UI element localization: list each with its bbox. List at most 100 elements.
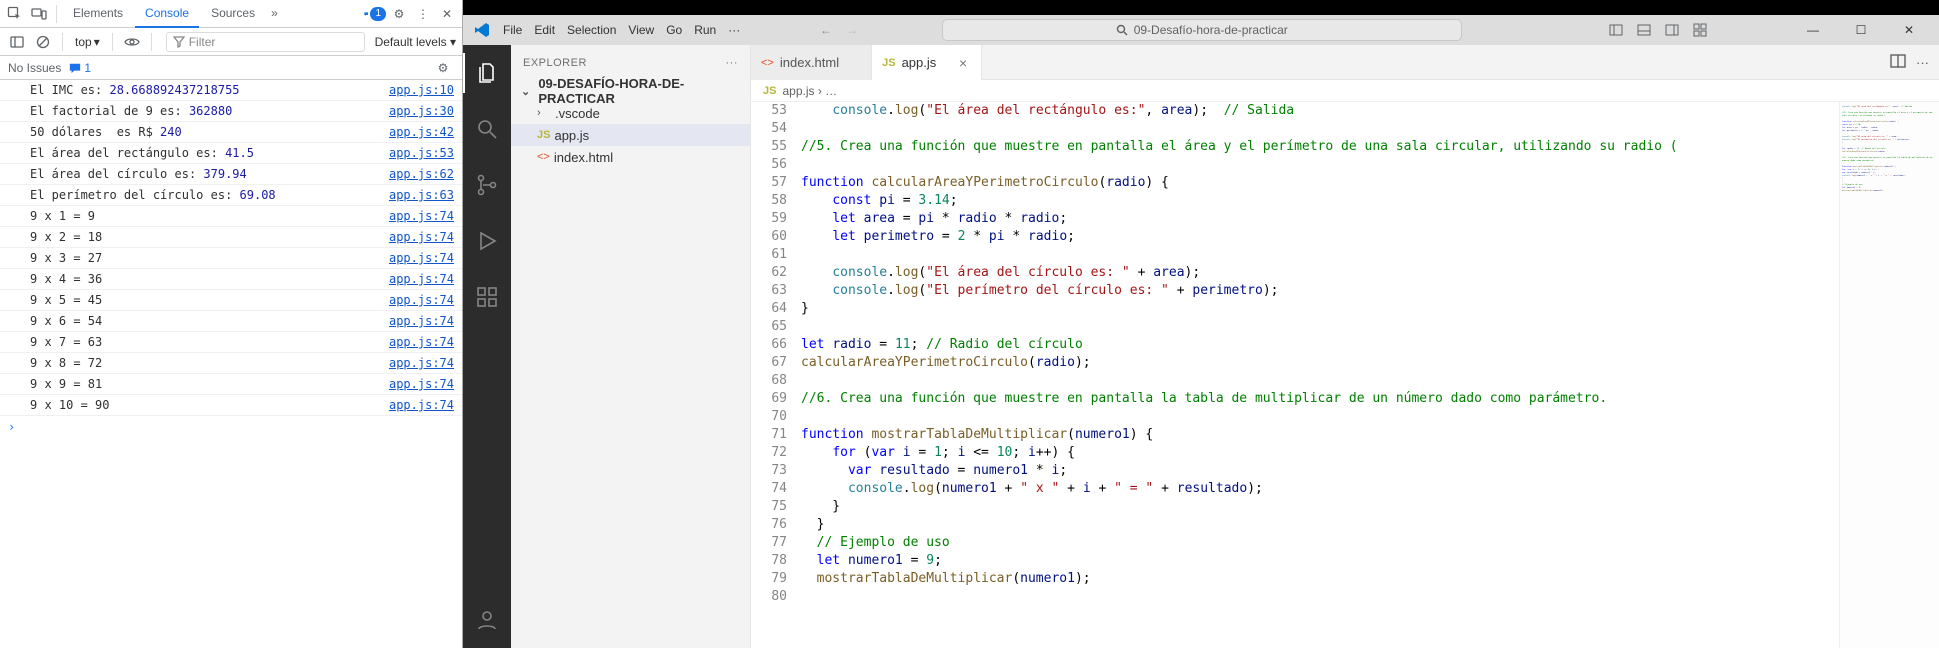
console-source-link[interactable]: app.js:62 — [381, 167, 454, 181]
activity-explorer-icon[interactable] — [463, 53, 511, 93]
console-source-link[interactable]: app.js:74 — [381, 314, 454, 328]
menu-run[interactable]: Run — [688, 23, 722, 37]
console-prompt[interactable]: › — [0, 416, 462, 438]
code-line[interactable]: const pi = 3.14; — [801, 192, 1839, 210]
close-tab-icon[interactable]: × — [955, 55, 971, 71]
layout-panel-bottom-icon[interactable] — [1633, 19, 1655, 41]
code-line[interactable]: mostrarTablaDeMultiplicar(numero1); — [801, 570, 1839, 588]
tree-file-index-html[interactable]: <> index.html — [511, 146, 750, 168]
device-toolbar-icon[interactable] — [28, 3, 50, 25]
window-minimize-icon[interactable]: — — [1791, 19, 1835, 41]
menu-edit[interactable]: Edit — [528, 23, 561, 37]
code-line[interactable]: let area = pi * radio * radio; — [801, 210, 1839, 228]
code-line[interactable] — [801, 318, 1839, 336]
tab-elements[interactable]: Elements — [63, 0, 133, 28]
activity-extensions-icon[interactable] — [463, 277, 511, 317]
menu-selection[interactable]: Selection — [561, 23, 622, 37]
code-line[interactable]: console.log(numero1 + " x " + i + " = " … — [801, 480, 1839, 498]
split-editor-icon[interactable] — [1890, 53, 1906, 72]
console-source-link[interactable]: app.js:74 — [381, 251, 454, 265]
layout-panel-right-icon[interactable] — [1661, 19, 1683, 41]
code-line[interactable]: for (var i = 1; i <= 10; i++) { — [801, 444, 1839, 462]
code-line[interactable]: } — [801, 300, 1839, 318]
code-line[interactable]: console.log("El perímetro del círculo es… — [801, 282, 1839, 300]
command-center[interactable]: 09-Desafío-hora-de-practicar — [942, 19, 1462, 41]
layout-panel-left-icon[interactable] — [1605, 19, 1627, 41]
filter-input[interactable]: Filter — [166, 32, 365, 52]
code-line[interactable]: let radio = 11; // Radio del círculo — [801, 336, 1839, 354]
tree-root[interactable]: ⌄ 09-DESAFÍO-HORA-DE-PRACTICAR — [511, 80, 750, 102]
console-source-link[interactable]: app.js:74 — [381, 272, 454, 286]
console-source-link[interactable]: app.js:30 — [381, 104, 454, 118]
code-line[interactable]: let numero1 = 9; — [801, 552, 1839, 570]
code-line[interactable] — [801, 408, 1839, 426]
layout-customize-icon[interactable] — [1689, 19, 1711, 41]
code-line[interactable]: function mostrarTablaDeMultiplicar(numer… — [801, 426, 1839, 444]
console-source-link[interactable]: app.js:74 — [381, 377, 454, 391]
code-line[interactable] — [801, 588, 1839, 606]
activity-search-icon[interactable] — [463, 109, 511, 149]
messages-chip[interactable]: 1 — [69, 61, 91, 75]
code-line[interactable] — [801, 246, 1839, 264]
code-line[interactable]: calcularAreaYPerimetroCirculo(radio); — [801, 354, 1839, 372]
code-line[interactable] — [801, 372, 1839, 390]
clear-console-icon[interactable] — [32, 31, 54, 53]
explorer-more-icon[interactable]: ··· — [726, 57, 739, 69]
console-messages-icon[interactable]: 1 — [364, 3, 386, 25]
console-source-link[interactable]: app.js:74 — [381, 356, 454, 370]
breadcrumb[interactable]: JS app.js › … — [751, 80, 1939, 102]
code-line[interactable]: console.log("El área del círculo es: " +… — [801, 264, 1839, 282]
tab-more[interactable]: » — [267, 0, 282, 28]
code-line[interactable] — [801, 120, 1839, 138]
code-line[interactable] — [801, 156, 1839, 174]
more-actions-icon[interactable]: ··· — [1916, 55, 1929, 70]
console-source-link[interactable]: app.js:74 — [381, 293, 454, 307]
activity-accounts-icon[interactable] — [463, 600, 511, 640]
activity-run-debug-icon[interactable] — [463, 221, 511, 261]
window-close-icon[interactable]: ✕ — [1887, 19, 1931, 41]
menu-view[interactable]: View — [622, 23, 660, 37]
code-line[interactable]: } — [801, 516, 1839, 534]
tab-index-html[interactable]: <> index.html × — [751, 45, 872, 80]
tab-console[interactable]: Console — [135, 0, 199, 28]
tab-sources[interactable]: Sources — [201, 0, 265, 28]
code-line[interactable]: console.log("El área del rectángulo es:"… — [801, 102, 1839, 120]
code-line[interactable]: //6. Crea una función que muestre en pan… — [801, 390, 1839, 408]
code-line[interactable]: } — [801, 498, 1839, 516]
nav-forward-icon[interactable]: → — [846, 23, 858, 37]
settings-gear-icon[interactable]: ⚙ — [388, 3, 410, 25]
console-settings-gear-icon[interactable]: ⚙ — [432, 57, 454, 79]
code-content[interactable]: console.log("El área del rectángulo es:"… — [801, 102, 1839, 648]
menu-file[interactable]: File — [497, 23, 528, 37]
console-source-link[interactable]: app.js:10 — [381, 83, 454, 97]
window-maximize-icon[interactable]: ☐ — [1839, 19, 1883, 41]
menu-[interactable]: ··· — [722, 23, 746, 37]
inspect-element-icon[interactable] — [4, 3, 26, 25]
console-source-link[interactable]: app.js:53 — [381, 146, 454, 160]
code-line[interactable]: //5. Crea una función que muestre en pan… — [801, 138, 1839, 156]
more-menu-icon[interactable]: ⋮ — [412, 3, 434, 25]
console-source-link[interactable]: app.js:74 — [381, 230, 454, 244]
minimap[interactable]: console.log("El área del rectángulo es:"… — [1839, 102, 1939, 648]
console-source-link[interactable]: app.js:74 — [381, 335, 454, 349]
menu-go[interactable]: Go — [660, 23, 688, 37]
tree-file-app-js[interactable]: JS app.js — [511, 124, 750, 146]
activity-source-control-icon[interactable] — [463, 165, 511, 205]
close-devtools-icon[interactable]: ✕ — [436, 3, 458, 25]
context-selector[interactable]: top ▾ — [71, 35, 104, 49]
console-source-link[interactable]: app.js:42 — [381, 125, 454, 139]
console-source-link[interactable]: app.js:63 — [381, 188, 454, 202]
code-line[interactable]: var resultado = numero1 * i; — [801, 462, 1839, 480]
code-line[interactable]: let perimetro = 2 * pi * radio; — [801, 228, 1839, 246]
tab-app-js[interactable]: JS app.js × — [872, 45, 982, 80]
log-levels-selector[interactable]: Default levels ▾ — [375, 35, 456, 49]
live-expression-eye-icon[interactable] — [121, 31, 143, 53]
console-output[interactable]: El IMC es: 28.668892437218755app.js:10El… — [0, 80, 462, 648]
sidebar-toggle-icon[interactable] — [6, 31, 28, 53]
code-line[interactable]: // Ejemplo de uso — [801, 534, 1839, 552]
code-editor[interactable]: 5354555657585960616263646566676869707172… — [751, 102, 1939, 648]
code-line[interactable]: function calcularAreaYPerimetroCirculo(r… — [801, 174, 1839, 192]
nav-back-icon[interactable]: ← — [820, 23, 832, 37]
console-source-link[interactable]: app.js:74 — [381, 209, 454, 223]
console-source-link[interactable]: app.js:74 — [381, 398, 454, 412]
